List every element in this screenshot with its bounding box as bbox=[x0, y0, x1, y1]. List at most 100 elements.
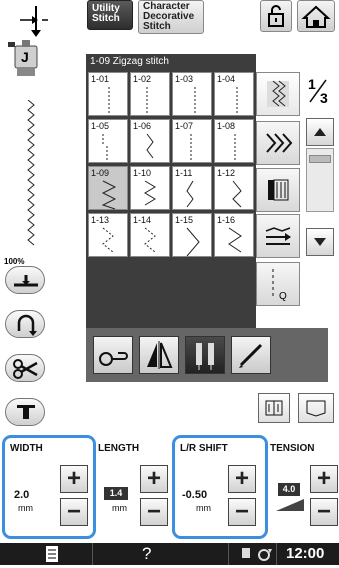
manual-button[interactable] bbox=[258, 393, 290, 423]
needle-settings-icon bbox=[242, 548, 272, 561]
thread-spool-button[interactable] bbox=[256, 168, 300, 212]
needle-threading-button[interactable] bbox=[93, 336, 133, 374]
stitch-pattern-icon bbox=[234, 134, 236, 162]
memory-pocket-button[interactable] bbox=[298, 393, 334, 423]
twin-needle-icon bbox=[267, 80, 289, 107]
stitch-pattern-icon bbox=[146, 87, 148, 115]
stitch-preview bbox=[22, 99, 52, 250]
stitch-cell[interactable]: 1-01 bbox=[88, 72, 128, 116]
quilting-icon: Q bbox=[272, 269, 287, 302]
mirror-image-button[interactable] bbox=[139, 336, 179, 374]
stitch-cell[interactable]: 1-07 bbox=[172, 119, 212, 163]
stitch-cell[interactable]: 1-15 bbox=[172, 213, 212, 257]
scroll-track[interactable] bbox=[306, 148, 334, 212]
stitch-cell[interactable]: 1-05 bbox=[88, 119, 128, 163]
home-button[interactable] bbox=[297, 0, 335, 32]
length-value: 1.4 bbox=[104, 487, 128, 500]
pencil-icon bbox=[239, 343, 263, 368]
stitch-cell[interactable]: 1-16 bbox=[214, 213, 254, 257]
svg-text:Q: Q bbox=[279, 291, 287, 302]
length-increase-button[interactable]: + bbox=[140, 465, 168, 493]
scissors-icon bbox=[13, 359, 38, 379]
thread-icon bbox=[99, 352, 128, 366]
plus-icon: + bbox=[146, 465, 161, 492]
tension-level-icon bbox=[276, 499, 304, 511]
spool-icon bbox=[268, 179, 289, 201]
home-icon bbox=[301, 5, 331, 28]
presser-foot-indicator: J bbox=[8, 40, 42, 80]
tension-increase-button[interactable]: + bbox=[310, 465, 338, 493]
book-icon bbox=[265, 400, 283, 416]
tab-character-decorative-stitch[interactable]: Character Decorative Stitch bbox=[138, 0, 204, 34]
mirror-icon bbox=[147, 341, 173, 369]
status-bar: ? 12:00 bbox=[0, 543, 339, 565]
stitch-cell[interactable]: 1-10 bbox=[130, 166, 170, 210]
help-button[interactable]: ? bbox=[142, 544, 151, 564]
scroll-down-button[interactable] bbox=[306, 228, 334, 256]
tab-utility-stitch[interactable]: Utility Stitch bbox=[87, 0, 133, 30]
stitch-pattern-icon bbox=[190, 134, 192, 162]
needle-up-down-icon bbox=[17, 314, 37, 336]
reinforcement-icon bbox=[14, 275, 38, 287]
scroll-up-button[interactable] bbox=[306, 118, 334, 146]
stitch-cell[interactable]: 1-06 bbox=[130, 119, 170, 163]
clock: 12:00 bbox=[286, 545, 325, 562]
stitch-settings: WIDTH 2.0 mm + − LENGTH 1.4 mm + − L/R S… bbox=[0, 435, 339, 545]
document-button[interactable] bbox=[40, 545, 64, 563]
stitch-cell[interactable]: 1-12 bbox=[214, 166, 254, 210]
tension-value: 4.0 bbox=[278, 483, 300, 496]
settings-button[interactable] bbox=[238, 545, 274, 563]
stitch-pattern-icon bbox=[102, 227, 114, 253]
stitch-cell[interactable]: 1-03 bbox=[172, 72, 212, 116]
arrow-down-icon bbox=[314, 238, 326, 246]
twin-needle-mode-icon bbox=[196, 343, 214, 370]
stitch-cell[interactable]: 1-09 bbox=[88, 166, 128, 210]
stitch-pattern-icon bbox=[186, 180, 194, 208]
twin-needle-button[interactable] bbox=[256, 72, 300, 116]
stitch-pattern-icon bbox=[101, 180, 117, 210]
lr-shift-highlight bbox=[172, 435, 268, 539]
thread-cutter-button[interactable] bbox=[5, 354, 45, 382]
length-unit: mm bbox=[112, 503, 127, 513]
presser-foot-letter: J bbox=[21, 49, 29, 65]
stitch-cell[interactable]: 1-14 bbox=[130, 213, 170, 257]
needle-position-icon bbox=[14, 4, 50, 38]
page-indicator: 1 3 bbox=[308, 76, 328, 106]
tension-label: TENSION bbox=[270, 443, 315, 454]
stitch-pattern-icon bbox=[194, 87, 196, 115]
stitch-cell[interactable]: 1-08 bbox=[214, 119, 254, 163]
quilting-button[interactable]: Q bbox=[256, 262, 300, 306]
needle-up-down-button[interactable] bbox=[5, 310, 45, 338]
tension-decrease-button[interactable]: − bbox=[310, 498, 338, 526]
lock-icon bbox=[268, 5, 284, 27]
length-label: LENGTH bbox=[98, 443, 140, 454]
stitch-edit-button[interactable] bbox=[231, 336, 271, 374]
stitch-pattern-icon bbox=[144, 180, 156, 206]
zoom-label: 100% bbox=[4, 257, 25, 266]
length-decrease-button[interactable]: − bbox=[140, 498, 168, 526]
document-icon bbox=[46, 546, 58, 562]
mirror-stitch-button[interactable] bbox=[256, 121, 300, 165]
stitch-cell[interactable]: 1-11 bbox=[172, 166, 212, 210]
minus-icon: − bbox=[316, 498, 331, 525]
stitch-cell[interactable]: 1-02 bbox=[130, 72, 170, 116]
double-chevron-icon bbox=[266, 133, 293, 153]
pocket-icon bbox=[306, 400, 326, 417]
stitch-pattern-icon bbox=[236, 87, 238, 115]
stitch-pattern-icon bbox=[108, 87, 110, 115]
stitch-pattern-icon bbox=[102, 134, 108, 162]
scroll-thumb[interactable] bbox=[309, 155, 331, 163]
direction-arrows-icon bbox=[265, 227, 291, 245]
stitch-cell[interactable]: 1-13 bbox=[88, 213, 128, 257]
arrow-up-icon bbox=[314, 128, 326, 136]
presser-foot-lifter-button[interactable] bbox=[5, 398, 45, 426]
minus-icon: − bbox=[146, 498, 161, 525]
width-highlight bbox=[2, 435, 96, 539]
stitch-direction-button[interactable] bbox=[256, 214, 300, 258]
stitch-cell[interactable]: 1-04 bbox=[214, 72, 254, 116]
lock-button[interactable] bbox=[260, 0, 292, 32]
reinforcement-priority-button[interactable] bbox=[5, 266, 45, 294]
twin-needle-mode-button[interactable] bbox=[185, 336, 225, 374]
stitch-pattern-icon bbox=[146, 133, 154, 159]
stitch-pattern-icon bbox=[144, 227, 156, 253]
